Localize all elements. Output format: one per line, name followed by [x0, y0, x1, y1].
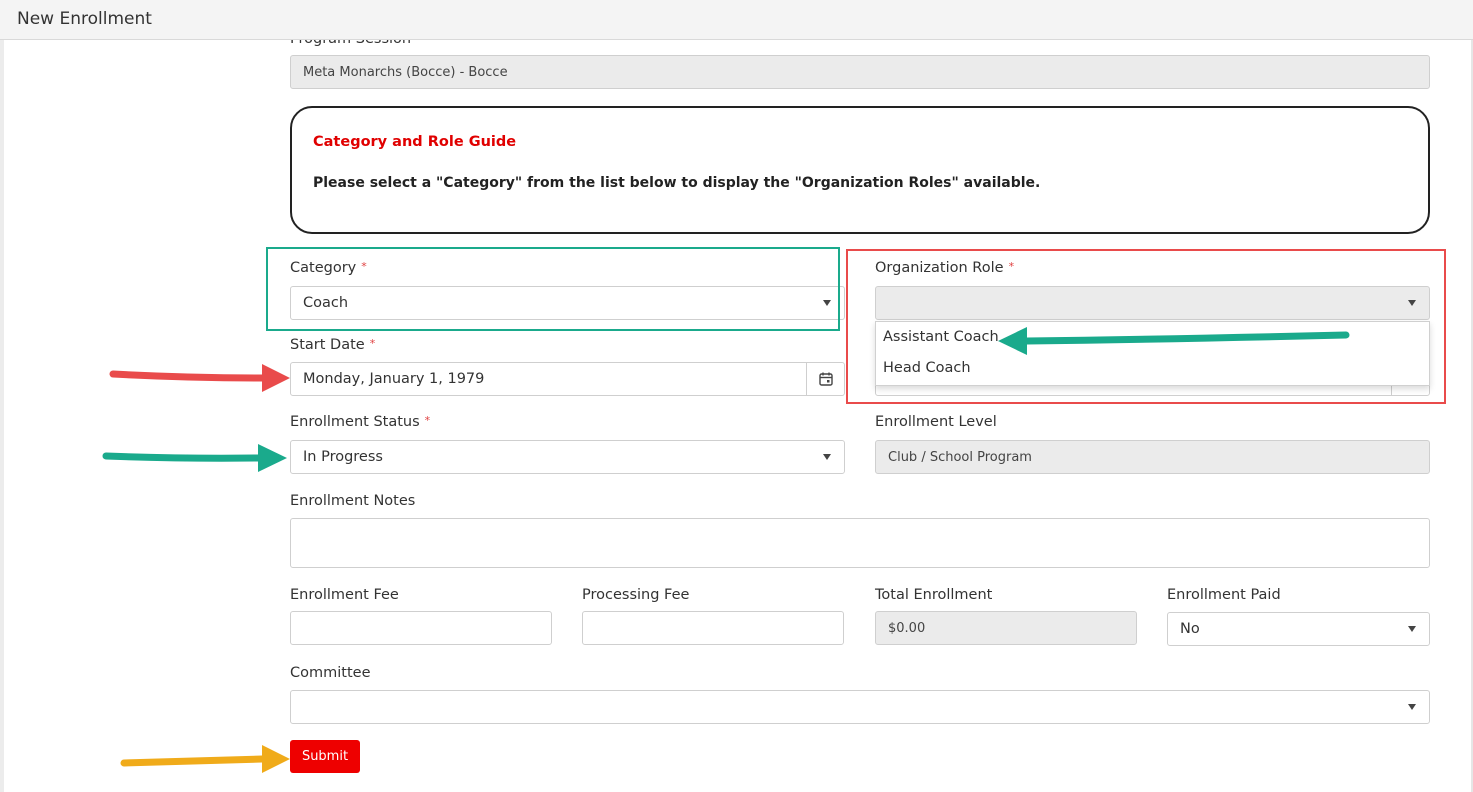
enrollment-status-value: In Progress: [303, 449, 383, 465]
start-date-label-text: Start Date: [290, 337, 365, 353]
enrollment-paid-label: Enrollment Paid: [1167, 587, 1281, 603]
start-date-input[interactable]: Monday, January 1, 1979: [290, 362, 845, 396]
category-role-guide: Category and Role Guide Please select a …: [290, 106, 1430, 234]
enrollment-level-label: Enrollment Level: [875, 414, 997, 430]
organization-role-highlight-box: [846, 249, 1446, 404]
start-date-label: Start Date *: [290, 337, 375, 353]
guide-text: Please select a "Category" from the list…: [313, 175, 1041, 191]
guide-title: Category and Role Guide: [313, 134, 517, 150]
committee-label: Committee: [290, 665, 371, 681]
enrollment-paid-value: No: [1180, 621, 1200, 637]
enrollment-fee-input[interactable]: [290, 611, 552, 645]
enrollment-fee-label: Enrollment Fee: [290, 587, 399, 603]
enrollment-status-select[interactable]: In Progress: [290, 440, 845, 474]
window-title: New Enrollment: [17, 9, 152, 29]
chevron-down-icon: [823, 454, 831, 460]
enrollment-level-field: Club / School Program: [875, 440, 1430, 474]
enrollment-level-value: Club / School Program: [888, 449, 1032, 465]
total-enrollment-label: Total Enrollment: [875, 587, 993, 603]
chevron-down-icon: [1408, 704, 1416, 710]
processing-fee-label: Processing Fee: [582, 587, 690, 603]
title-bar-overlap: [0, 30, 1473, 40]
enrollment-notes-label: Enrollment Notes: [290, 493, 416, 509]
left-edge: [0, 40, 4, 792]
start-date-value: Monday, January 1, 1979: [303, 371, 485, 387]
committee-select[interactable]: [290, 690, 1430, 724]
enrollment-paid-select[interactable]: No: [1167, 612, 1430, 646]
program-session-value: Meta Monarchs (Bocce) - Bocce: [303, 64, 508, 80]
category-highlight-box: [266, 247, 840, 331]
program-session-field: Meta Monarchs (Bocce) - Bocce: [290, 55, 1430, 89]
enrollment-status-label: Enrollment Status *: [290, 414, 430, 430]
total-enrollment-field: $0.00: [875, 611, 1137, 645]
orange-arrow-submit: [120, 745, 290, 773]
total-enrollment-value: $0.00: [888, 620, 926, 636]
red-arrow-start-date: [109, 364, 290, 392]
enrollment-notes-textarea[interactable]: [290, 518, 1430, 568]
enrollment-status-label-text: Enrollment Status: [290, 414, 420, 430]
chevron-down-icon: [1408, 626, 1416, 632]
required-mark: *: [369, 337, 376, 350]
submit-button[interactable]: Submit: [290, 740, 360, 773]
teal-arrow-enrollment-status: [102, 444, 287, 472]
calendar-icon[interactable]: [806, 363, 844, 395]
required-mark: *: [424, 414, 431, 427]
processing-fee-input[interactable]: [582, 611, 844, 645]
